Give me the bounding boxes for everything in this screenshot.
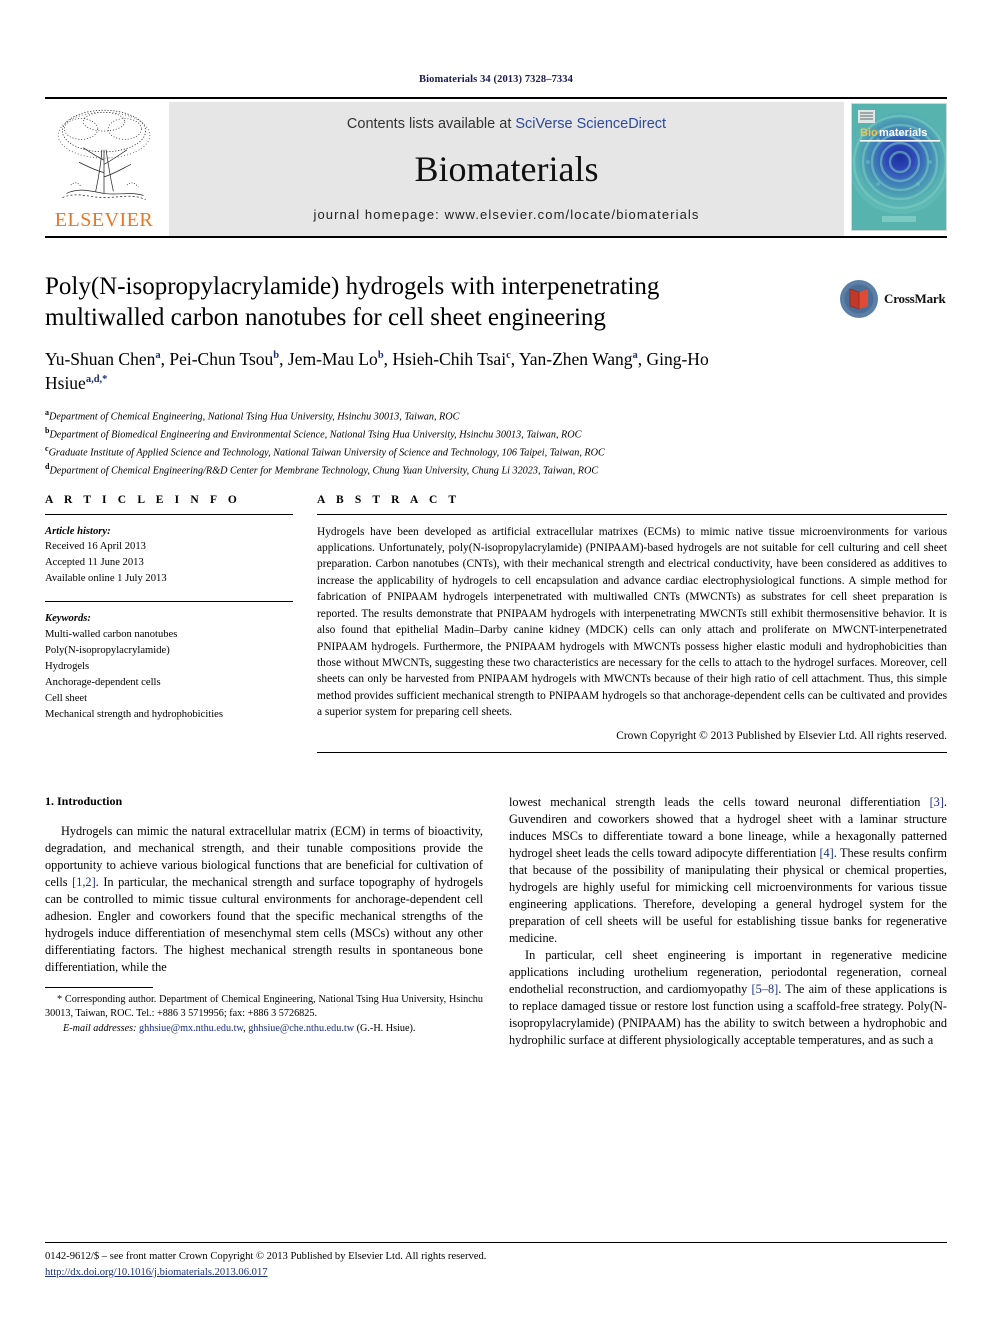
intro-right-text-a: lowest mechanical strength leads the cel…: [509, 794, 930, 809]
section-heading-introduction: 1. Introduction: [45, 793, 123, 808]
author-affiliation-mark: b: [377, 349, 384, 361]
author-name: Yan-Zhen Wang: [518, 348, 633, 369]
journal-masthead: ELSEVIER Contents lists available at Sci…: [45, 102, 947, 236]
keyword-item: Cell sheet: [45, 692, 88, 704]
citation-ref-5-8[interactable]: [5–8]: [752, 982, 779, 996]
journal-title: Biomaterials: [414, 148, 599, 189]
svg-text:Bio: Bio: [860, 127, 878, 139]
intro-right-text-c: . These results confirm that because of …: [509, 845, 947, 945]
article-history-label: Article history:: [45, 525, 111, 537]
crossmark-icon: [840, 280, 878, 318]
author-affiliation-mark: c: [506, 349, 511, 361]
keywords-label: Keywords:: [45, 613, 91, 625]
paper-page: Biomaterials 34 (2013) 7328–7334 ELSEVIE…: [0, 0, 992, 1323]
crossmark-label: CrossMark: [884, 291, 946, 306]
corresponding-author-text: * Corresponding author. Department of Ch…: [45, 993, 483, 1020]
cover-artwork: Bio materials: [852, 104, 946, 230]
author-name: Pei-Chun Tsou: [169, 348, 274, 369]
sciencedirect-link[interactable]: SciVerse ScienceDirect: [515, 116, 666, 132]
crossmark-badge[interactable]: CrossMark: [839, 276, 947, 322]
keyword-item: Poly(N-isopropylacrylamide): [45, 644, 170, 656]
author-name: Jem-Mau Lo: [287, 348, 378, 369]
keywords-group: Keywords: Multi-walled carbon nanotubes …: [45, 611, 293, 722]
doi-link[interactable]: http://dx.doi.org/10.1016/j.biomaterials…: [45, 1265, 947, 1280]
intro-paragraph-right-1: lowest mechanical strength leads the cel…: [509, 794, 947, 947]
abstract-text: Hydrogels have been developed as artific…: [317, 525, 947, 719]
header-rule-top: [45, 97, 947, 99]
keyword-item: Hydrogels: [45, 660, 90, 672]
left-column: 1. Introduction Hydrogels can mimic the …: [45, 794, 483, 1049]
citation-ref-1-2[interactable]: [1,2]: [72, 875, 96, 889]
intro-left-text-b: . In particular, the mechanical strength…: [45, 874, 483, 974]
affiliation-item: bDepartment of Biomedical Engineering an…: [45, 425, 947, 443]
author-list: Yu-Shuan Chena, Pei-Chun Tsoub, Jem-Mau …: [45, 348, 709, 393]
page-footer: 0142-9612/$ – see front matter Crown Cop…: [45, 1242, 947, 1280]
email-tail: (G.-H. Hsiue).: [354, 1022, 416, 1034]
keyword-item: Multi-walled carbon nanotubes: [45, 629, 178, 641]
abstract-copyright: Crown Copyright © 2013 Published by Else…: [616, 729, 947, 742]
author-name: Yu-Shuan Chen: [45, 348, 156, 369]
corresponding-author-footnote: * Corresponding author. Department of Ch…: [45, 993, 483, 1036]
affiliation-item: dDepartment of Chemical Engineering/R&D …: [45, 461, 947, 479]
affiliation-text: Department of Chemical Engineering/R&D C…: [49, 465, 599, 477]
affiliation-list: aDepartment of Chemical Engineering, Nat…: [45, 407, 947, 480]
email-link-1[interactable]: ghhsiue@mx.nthu.edu.tw: [139, 1023, 243, 1034]
abstract-column: A B S T R A C T Hydrogels have been deve…: [317, 480, 947, 753]
history-item: Accepted 11 June 2013: [45, 557, 144, 569]
elsevier-logo: ELSEVIER: [45, 102, 163, 236]
contents-prefix: Contents lists available at: [346, 116, 516, 132]
author-affiliation-mark: a: [632, 349, 638, 361]
footer-rule: [45, 1242, 947, 1244]
abstract-label: A B S T R A C T: [317, 493, 461, 506]
article-title: Poly(N-isopropylacrylamide) hydrogels wi…: [45, 273, 660, 331]
abstract-bottom-rule: [317, 751, 947, 753]
article-info-label: A R T I C L E I N F O: [45, 493, 241, 506]
affiliation-item: cGraduate Institute of Applied Science a…: [45, 443, 947, 461]
masthead-center-panel: Contents lists available at SciVerse Sci…: [169, 102, 844, 236]
issn-copyright-line: 0142-9612/$ – see front matter Crown Cop…: [45, 1251, 487, 1263]
article-info-rule: [45, 513, 293, 515]
affiliation-text: Department of Biomedical Engineering and…: [49, 429, 582, 441]
contents-lists-line: Contents lists available at SciVerse Sci…: [347, 116, 666, 132]
header-rule-bottom: [45, 236, 947, 238]
elsevier-tree-icon: [57, 109, 151, 201]
history-item: Received 16 April 2013: [45, 541, 146, 553]
article-history-group: Article history: Received 16 April 2013 …: [45, 524, 293, 588]
email-footnote: E-mail addresses: ghhsiue@mx.nthu.edu.tw…: [45, 1022, 483, 1036]
footnote-divider: [45, 986, 153, 988]
history-item: Available online 1 July 2013: [45, 573, 167, 585]
citation-ref-3[interactable]: [3]: [930, 795, 944, 809]
keyword-item: Mechanical strength and hydrophobicities: [45, 708, 223, 720]
email-link-2[interactable]: ghhsiue@che.nthu.edu.tw: [248, 1023, 354, 1034]
abstract-rule: [317, 513, 947, 515]
author-affiliation-mark: b: [273, 349, 280, 361]
intro-paragraph-right-2: In particular, cell sheet engineering is…: [509, 947, 947, 1049]
affiliation-text: Department of Chemical Engineering, Nati…: [49, 411, 460, 423]
author-name: Hsieh-Chih Tsai: [392, 348, 507, 369]
journal-homepage-link[interactable]: journal homepage: www.elsevier.com/locat…: [313, 207, 699, 222]
title-block: CrossMark Poly(N-isopropylacrylamide) hy…: [45, 272, 947, 480]
svg-text:materials: materials: [879, 127, 927, 139]
affiliation-item: aDepartment of Chemical Engineering, Nat…: [45, 407, 947, 425]
article-info-separator: [45, 601, 293, 603]
email-label: E-mail addresses:: [63, 1022, 137, 1034]
keyword-item: Anchorage-dependent cells: [45, 676, 161, 688]
citation-ref-4[interactable]: [4]: [819, 846, 833, 860]
elsevier-wordmark: ELSEVIER: [54, 209, 154, 231]
article-info-column: A R T I C L E I N F O Article history: R…: [45, 480, 317, 753]
info-abstract-section: A R T I C L E I N F O Article history: R…: [45, 480, 947, 753]
right-column: lowest mechanical strength leads the cel…: [509, 794, 947, 1049]
journal-cover-thumbnail: Bio materials: [851, 103, 947, 231]
author-affiliation-mark: a,d,*: [85, 373, 108, 385]
body-columns: 1. Introduction Hydrogels can mimic the …: [45, 794, 947, 1049]
intro-paragraph-left: Hydrogels can mimic the natural extracel…: [45, 823, 483, 976]
running-head: Biomaterials 34 (2013) 7328–7334: [419, 74, 573, 85]
author-affiliation-mark: a: [155, 349, 161, 361]
affiliation-text: Graduate Institute of Applied Science an…: [48, 447, 605, 459]
